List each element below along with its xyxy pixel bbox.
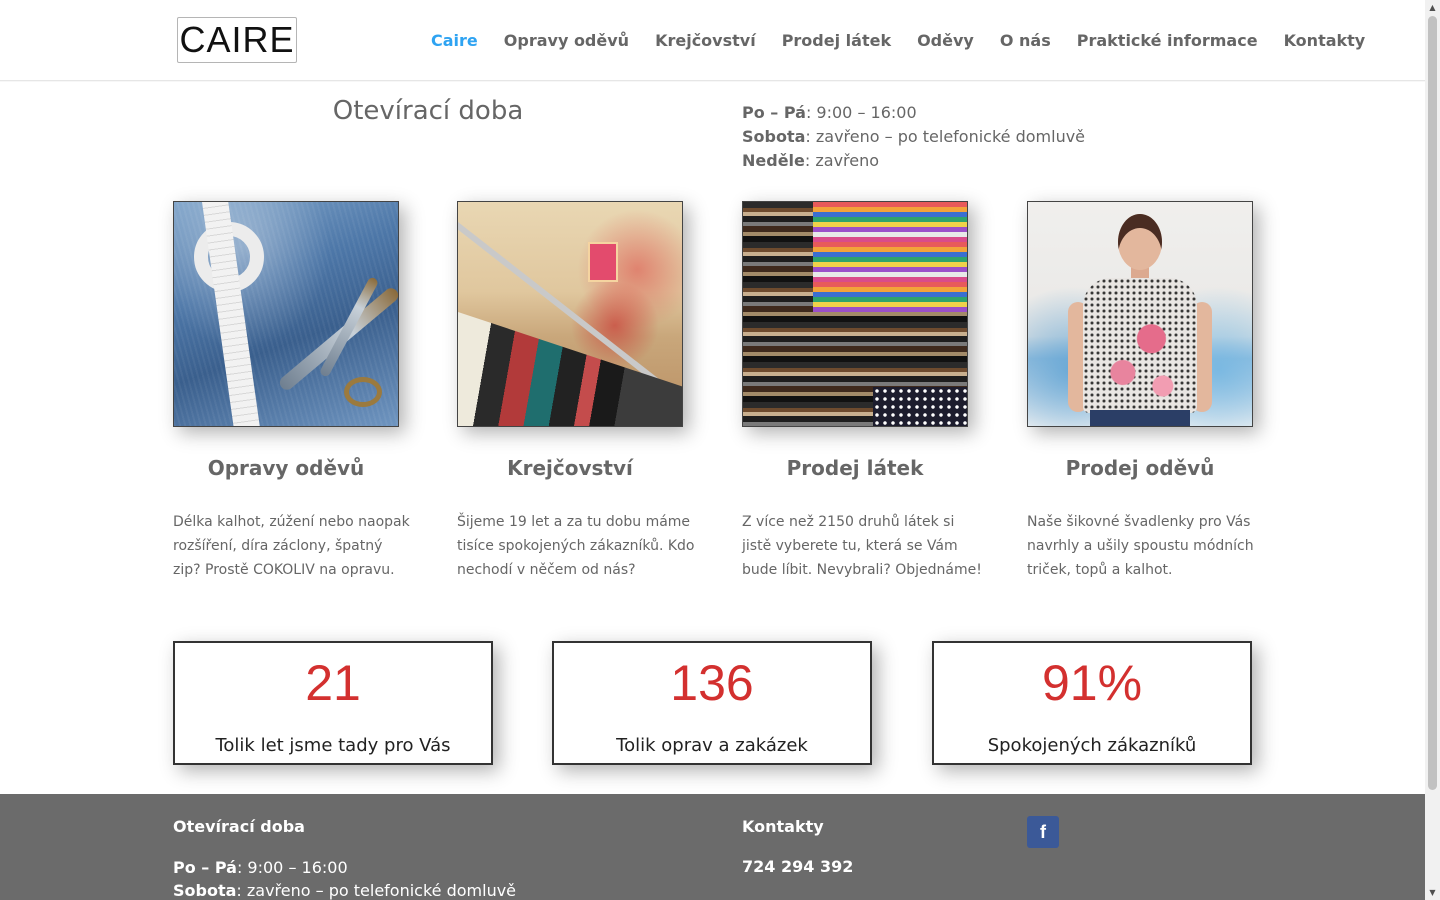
stat-number: 21	[305, 655, 361, 711]
service-description: Naše šikovné švadlenky pro Vás navrhly a…	[1027, 514, 1254, 578]
hours-row: Po – Pá: 9:00 – 16:00	[173, 856, 516, 879]
stat-number: 136	[670, 655, 754, 711]
clothes-rack-photo[interactable]	[457, 201, 683, 427]
hours-day: Neděle	[742, 151, 805, 170]
hours-row: Sobota: zavřeno – po telefonické domluvě	[742, 125, 1242, 149]
stat-label: Spokojených zákazníků	[987, 735, 1197, 756]
service-card-prodej-odevu: Prodej oděvů Naše šikovné švadlenky pro …	[1027, 201, 1254, 578]
hours-row: Neděle: zavřeno	[742, 149, 1242, 173]
stat-counter-orders: 136 Tolik oprav a zakázek	[552, 641, 872, 765]
service-title[interactable]: Prodej látek	[742, 456, 968, 480]
hours-row: Po – Pá: 9:00 – 16:00	[742, 101, 1242, 125]
service-description: Z více než 2150 druhů látek si jistě vyb…	[742, 514, 982, 578]
scroll-up-arrow-icon[interactable]: ▲	[1425, 0, 1440, 15]
fabric-stacks-photo[interactable]	[742, 201, 968, 427]
service-description: Délka kalhot, zúžení nebo naopak rozšíře…	[173, 514, 410, 578]
nav-item-kontakty[interactable]: Kontakty	[1284, 30, 1366, 52]
site-footer: Otevírací doba Po – Pá: 9:00 – 16:00 Sob…	[0, 794, 1425, 900]
woman-floral-top-photo[interactable]	[1027, 201, 1253, 427]
opening-hours-list: Po – Pá: 9:00 – 16:00 Sobota: zavřeno – …	[742, 101, 1242, 173]
hours-day: Sobota	[742, 127, 806, 146]
opening-hours-title: Otevírací doba	[332, 96, 524, 126]
hours-day: Po – Pá	[173, 858, 237, 877]
stat-label: Tolik oprav a zakázek	[616, 735, 808, 756]
stat-counter-satisfaction: 91% Spokojených zákazníků	[932, 641, 1252, 765]
facebook-icon[interactable]: f	[1027, 816, 1059, 848]
main-nav: Caire Opravy oděvů Krejčovství Prodej lá…	[431, 30, 1365, 52]
stat-number: 91%	[1041, 655, 1143, 711]
hours-day: Po – Pá	[742, 103, 806, 122]
nav-item-opravy-odevu[interactable]: Opravy oděvů	[504, 30, 629, 52]
nav-item-o-nas[interactable]: O nás	[1000, 30, 1051, 52]
hours-value: : zavřeno	[804, 151, 880, 170]
services-grid: Opravy oděvů Délka kalhot, zúžení nebo n…	[173, 201, 1254, 601]
service-card-krejcovstvi: Krejčovství Šijeme 19 let a za tu dobu m…	[457, 201, 695, 578]
jeans-scissors-tape-photo[interactable]	[173, 201, 399, 427]
hours-value: : zavřeno – po telefonické domluvě	[805, 127, 1086, 146]
scroll-down-arrow-icon[interactable]: ▼	[1425, 885, 1440, 900]
hours-row: Sobota: zavřeno – po telefonické domluvě	[173, 879, 516, 900]
stat-label: Tolik let jsme tady pro Vás	[215, 735, 451, 756]
service-title[interactable]: Prodej oděvů	[1027, 456, 1253, 480]
page-scrollbar[interactable]: ▲ ▼	[1425, 0, 1440, 900]
footer-contacts-title: Kontakty	[742, 817, 824, 836]
footer-hours-list: Po – Pá: 9:00 – 16:00 Sobota: zavřeno – …	[173, 856, 516, 900]
site-logo[interactable]: CAIRE	[177, 17, 297, 63]
hours-value: : zavřeno – po telefonické domluvě	[236, 881, 517, 900]
nav-item-krejcovstvi[interactable]: Krejčovství	[655, 30, 756, 52]
service-description: Šijeme 19 let a za tu dobu máme tisíce s…	[457, 514, 695, 578]
hours-value: : 9:00 – 16:00	[805, 103, 917, 122]
stat-counter-years: 21 Tolik let jsme tady pro Vás	[173, 641, 493, 765]
service-card-prodej-latek: Prodej látek Z více než 2150 druhů látek…	[742, 201, 982, 578]
hours-value: : 9:00 – 16:00	[236, 858, 348, 877]
service-title[interactable]: Krejčovství	[457, 456, 683, 480]
service-card-opravy: Opravy oděvů Délka kalhot, zúžení nebo n…	[173, 201, 410, 578]
nav-item-prodej-latek[interactable]: Prodej látek	[782, 30, 891, 52]
nav-item-odevy[interactable]: Oděvy	[917, 30, 974, 52]
site-header: CAIRE Caire Opravy oděvů Krejčovství Pro…	[0, 0, 1425, 81]
footer-phone[interactable]: 724 294 392	[742, 857, 853, 876]
scrollbar-thumb[interactable]	[1428, 16, 1437, 790]
service-title[interactable]: Opravy oděvů	[173, 456, 399, 480]
nav-item-caire[interactable]: Caire	[431, 30, 478, 52]
footer-hours-title: Otevírací doba	[173, 817, 305, 836]
nav-item-prakticke-informace[interactable]: Praktické informace	[1077, 30, 1258, 52]
hours-day: Sobota	[173, 881, 237, 900]
